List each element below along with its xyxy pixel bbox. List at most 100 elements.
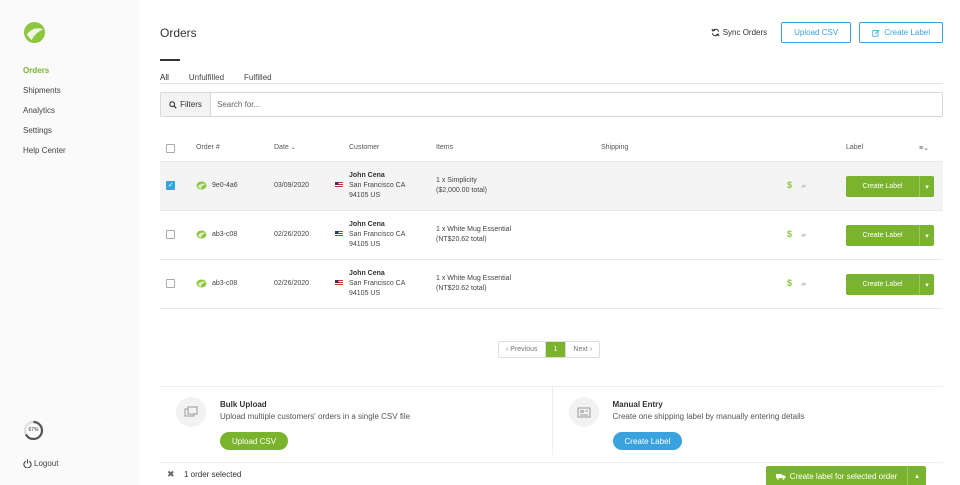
shipping-price-icon[interactable]: $ (787, 278, 792, 288)
items-total: ($2,000.00 total) (436, 187, 487, 194)
edit-icon (872, 28, 880, 37)
column-header-date[interactable]: Date ⌄ (274, 144, 296, 151)
create-label-selected-button[interactable]: Create label for selected order ▴ (766, 466, 926, 485)
shipping-truck-icon[interactable]: ▰ (801, 280, 806, 288)
search-input[interactable] (211, 93, 942, 116)
chevron-down-icon[interactable]: ▾ (920, 176, 934, 197)
store-logo-icon (196, 230, 207, 239)
manual-entry-description: Create one shipping label by manually en… (612, 412, 805, 421)
bulk-upload-description: Upload multiple customers' orders in a s… (220, 412, 411, 421)
customer-name: John Cena (349, 172, 385, 179)
sidebar-nav: Orders Shipments Analytics Settings Help… (23, 66, 66, 166)
bulk-upload-csv-button[interactable]: Upload CSV (220, 432, 289, 450)
column-header-order[interactable]: Order # (196, 144, 220, 151)
manual-entry-icon (568, 397, 599, 427)
truck-icon (775, 473, 786, 480)
bulk-upload-title: Bulk Upload (220, 400, 267, 409)
customer-city: San Francisco CA (349, 231, 406, 238)
order-date: 03/09/2020 (274, 182, 310, 189)
chevron-down-icon[interactable]: ▾ (920, 274, 934, 295)
customer-city: San Francisco CA (349, 280, 406, 287)
close-icon[interactable]: ✖ (167, 469, 175, 480)
sidebar-item-settings[interactable]: Settings (23, 126, 66, 146)
chevron-down-icon[interactable]: ▾ (920, 225, 934, 246)
shipping-price-icon[interactable]: $ (787, 180, 792, 190)
entry-options: Bulk Upload Upload multiple customers' o… (160, 386, 944, 455)
store-logo-icon (196, 279, 207, 288)
selected-count: 1 order selected (184, 470, 242, 479)
shipping-truck-icon[interactable]: ▰ (801, 182, 806, 190)
table-header: Order # Date ⌄ Customer Items Shipping L… (160, 137, 943, 162)
order-date: 02/26/2020 (274, 231, 310, 238)
row-checkbox[interactable] (166, 279, 175, 288)
order-items: 1 x Simplicity ($2,000.00 total) (436, 176, 487, 196)
column-menu-icon[interactable]: ≡⌄ (919, 144, 929, 152)
tab-all[interactable]: All (160, 59, 180, 84)
sort-desc-icon: ⌄ (290, 145, 296, 151)
page-title: Orders (160, 26, 197, 40)
next-page-button[interactable]: Next › (565, 342, 599, 357)
order-tabs: All Unfulfilled Fulfilled (160, 59, 943, 84)
row-create-label-label[interactable]: Create Label (846, 274, 920, 295)
table-row[interactable]: ab3-c08 02/26/2020 John Cena San Francis… (160, 260, 943, 309)
row-create-label-label[interactable]: Create Label (846, 225, 920, 246)
page-1-button[interactable]: 1 (544, 342, 566, 357)
table-row[interactable]: ab3-c08 02/26/2020 John Cena San Francis… (160, 211, 943, 260)
sidebar-item-orders[interactable]: Orders (23, 66, 66, 86)
order-number[interactable]: ab3-c08 (212, 230, 237, 240)
bulk-upload-icon (176, 397, 206, 427)
column-header-date-label: Date (274, 144, 289, 151)
sidebar-item-shipments[interactable]: Shipments (23, 86, 66, 106)
order-number[interactable]: ab3-c08 (212, 279, 237, 289)
sidebar-item-analytics[interactable]: Analytics (23, 106, 66, 126)
column-header-label[interactable]: Label (846, 144, 863, 151)
column-header-shipping[interactable]: Shipping (601, 144, 628, 151)
shipping-price-icon[interactable]: $ (787, 229, 792, 239)
us-flag-icon (335, 231, 343, 237)
sync-orders-label: Sync Orders (722, 28, 768, 37)
row-create-label-button[interactable]: Create Label ▾ (846, 274, 934, 295)
shipping-truck-icon[interactable]: ▰ (801, 231, 806, 239)
usage-gauge[interactable]: 67% (23, 420, 44, 441)
order-date: 02/26/2020 (274, 280, 310, 287)
row-checkbox[interactable] (166, 230, 175, 239)
column-header-items[interactable]: Items (436, 144, 453, 151)
column-header-customer[interactable]: Customer (349, 144, 379, 151)
manual-create-label-button[interactable]: Create Label (612, 432, 683, 450)
row-checkbox[interactable] (166, 181, 175, 190)
upload-csv-label: Upload CSV (794, 28, 839, 37)
tab-unfulfilled[interactable]: Unfulfilled (189, 60, 224, 84)
order-number[interactable]: 9e0-4a6 (212, 181, 238, 191)
table-row[interactable]: 9e0-4a6 03/09/2020 John Cena San Francis… (160, 162, 943, 211)
filter-bar: Filters (160, 92, 943, 117)
items-line: 1 x Simplicity (436, 177, 477, 184)
tab-fulfilled[interactable]: Fulfilled (244, 60, 272, 84)
logout-link[interactable]: Logout (23, 459, 58, 468)
chevron-up-icon[interactable]: ▴ (908, 466, 926, 485)
create-label-selected-main[interactable]: Create label for selected order (766, 466, 908, 485)
customer-name: John Cena (349, 270, 385, 277)
customer-zip: 94105 US (349, 241, 381, 248)
create-label-selected-label: Create label for selected order (789, 471, 898, 481)
previous-page-button[interactable]: ‹ Previous (499, 342, 545, 357)
sidebar-item-help-center[interactable]: Help Center (23, 146, 66, 166)
manual-entry-card: Manual Entry Create one shipping label b… (551, 387, 944, 455)
upload-csv-button[interactable]: Upload CSV (781, 22, 852, 43)
row-create-label-button[interactable]: Create Label ▾ (846, 225, 934, 246)
sync-orders-button[interactable]: Sync Orders (711, 28, 767, 37)
manual-entry-title: Manual Entry (612, 400, 663, 409)
select-all-checkbox[interactable] (166, 144, 175, 153)
items-line: 1 x White Mug Essential (436, 226, 512, 233)
filters-button[interactable]: Filters (161, 93, 211, 116)
create-label-button[interactable]: Create Label (859, 22, 943, 43)
search-icon (169, 100, 177, 109)
sidebar: Orders Shipments Analytics Settings Help… (0, 0, 140, 485)
customer-info: John Cena San Francisco CA 94105 US (349, 269, 405, 299)
filters-label: Filters (180, 100, 202, 109)
row-create-label-label[interactable]: Create Label (846, 176, 920, 197)
customer-city: San Francisco CA (349, 182, 406, 189)
items-line: 1 x White Mug Essential (436, 275, 512, 282)
row-create-label-button[interactable]: Create Label ▾ (846, 176, 934, 197)
app-logo-icon[interactable] (23, 21, 46, 44)
store-logo-icon (196, 181, 207, 190)
